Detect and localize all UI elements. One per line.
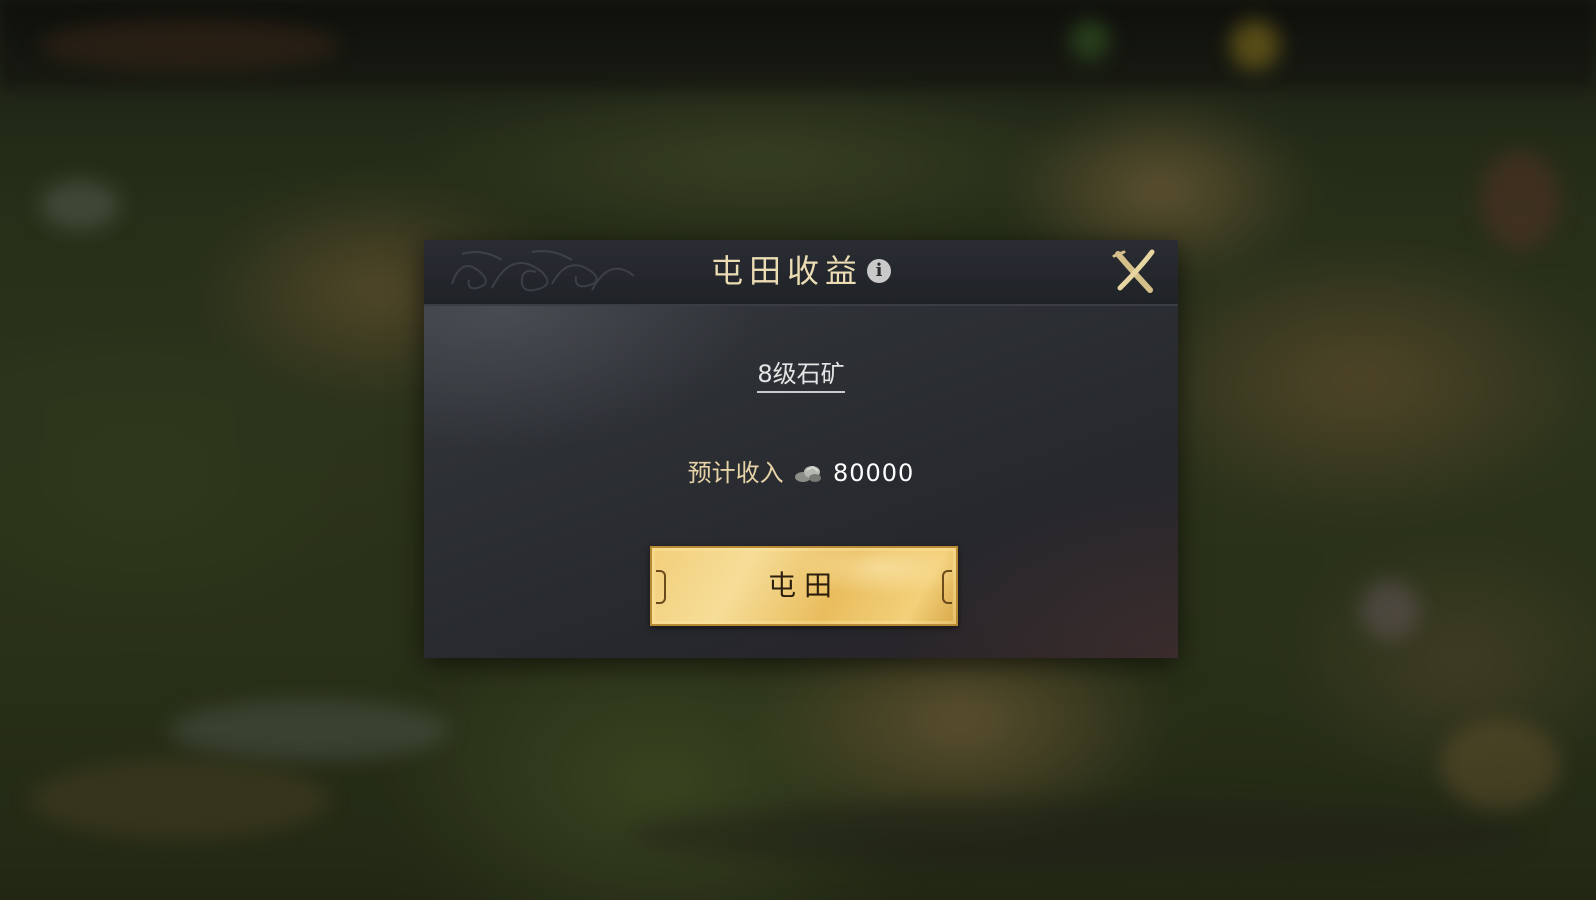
stone-icon — [795, 466, 822, 482]
income-label: 预计收入 — [687, 459, 784, 487]
mine-name-link[interactable]: 8级石矿 — [424, 358, 1178, 393]
mine-name-text[interactable]: 8级石矿 — [757, 358, 845, 393]
dialog-title-text: 屯田收益 — [710, 252, 863, 290]
farm-button-label: 屯田 — [767, 569, 840, 602]
farming-income-dialog: 屯田收益 i 8级石矿 预计收入 80000 屯田 — [424, 240, 1178, 658]
info-icon[interactable]: i — [867, 259, 891, 283]
dialog-title: 屯田收益 i — [424, 248, 1178, 294]
close-x-icon[interactable] — [1110, 246, 1160, 296]
farm-button[interactable]: 屯田 — [650, 546, 958, 626]
income-value: 80000 — [832, 459, 915, 487]
game-scene: 屯田收益 i 8级石矿 预计收入 80000 屯田 — [0, 0, 1596, 900]
dialog-header: 屯田收益 i — [424, 240, 1178, 306]
estimated-income-row: 预计收入 80000 — [424, 456, 1178, 490]
